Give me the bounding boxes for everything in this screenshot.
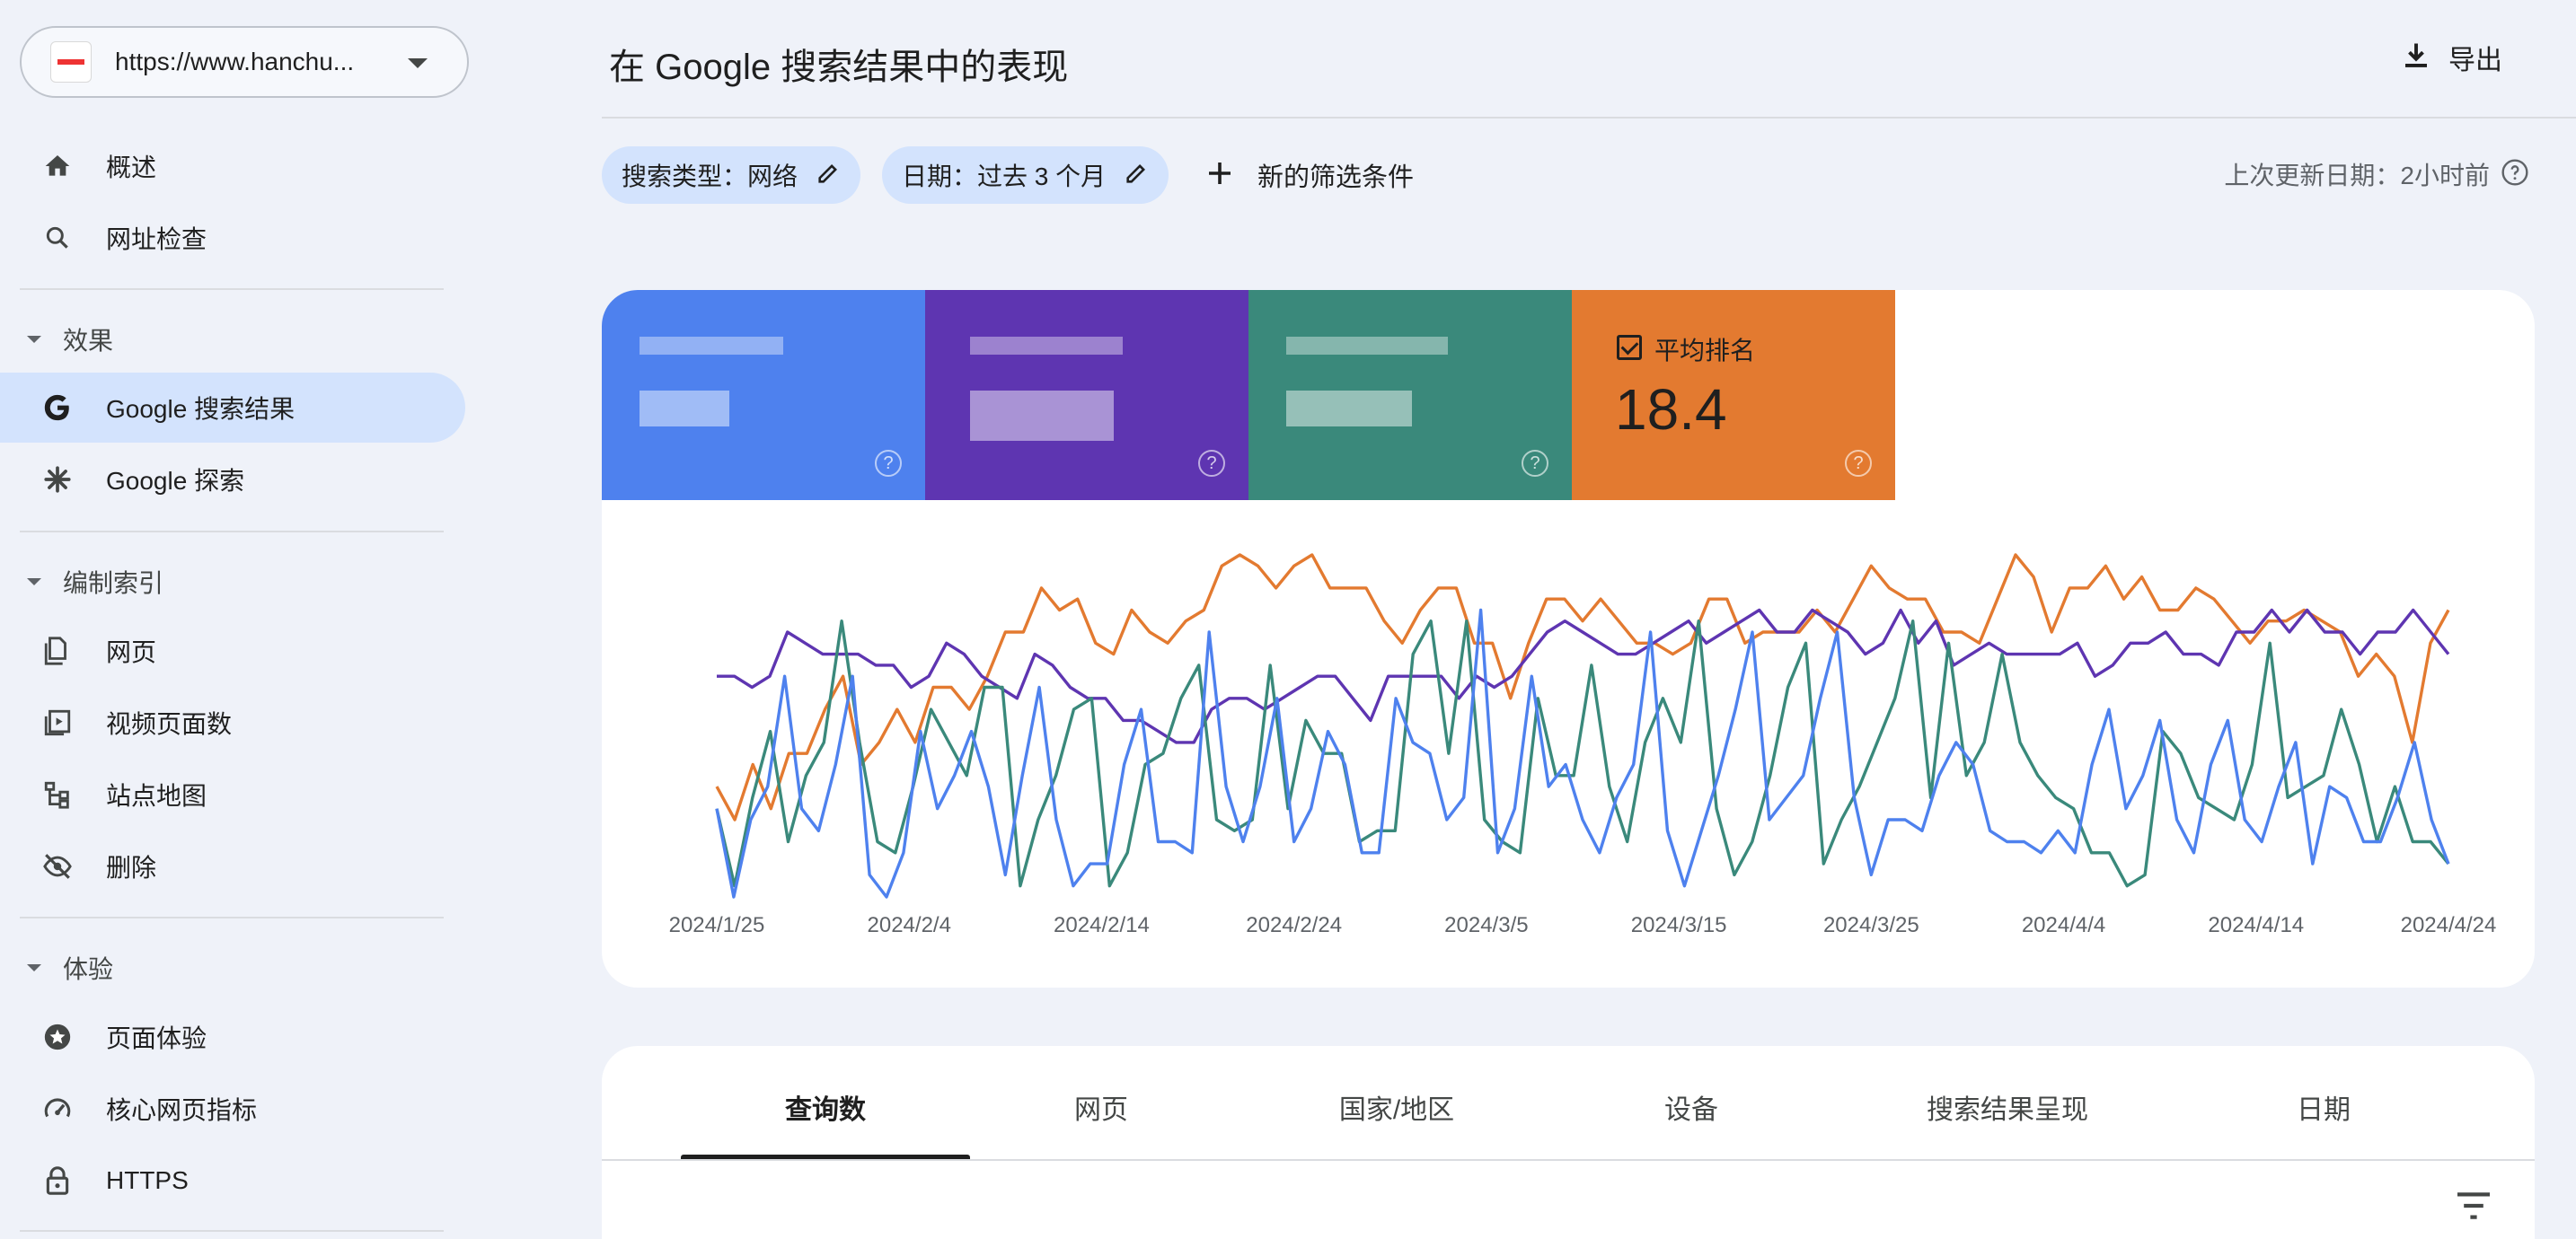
property-url: https://www.hanchu...	[115, 48, 355, 75]
sidebar-item-video-pages[interactable]: 视频页面数	[20, 688, 465, 758]
lock-icon	[41, 1164, 74, 1197]
sidebar-item-label: 页面体验	[106, 1024, 207, 1052]
last-updated-text: 上次更新日期：2小时前	[2224, 162, 2490, 189]
sidebar-item-label: 概述	[106, 154, 157, 181]
google-g-icon	[41, 391, 74, 424]
edit-icon[interactable]	[816, 161, 841, 190]
x-tick-label: 2024/1/25	[668, 913, 765, 937]
export-label: 导出	[2448, 46, 2502, 75]
x-tick-label: 2024/3/25	[1822, 913, 1919, 937]
sidebar-item-label: 核心网页指标	[106, 1096, 258, 1124]
export-button[interactable]: 导出	[2400, 38, 2502, 77]
video-page-icon	[41, 707, 74, 739]
edit-icon[interactable]	[1124, 161, 1149, 190]
chip-label: 日期：过去 3 个月	[902, 163, 1107, 190]
section-label: 效果	[63, 327, 114, 355]
site-favicon	[50, 41, 92, 83]
sidebar-item-https[interactable]: HTTPS	[20, 1146, 465, 1216]
sidebar-item-discover[interactable]: Google 探索	[20, 444, 465, 514]
new-filter-label: 新的筛选条件	[1257, 163, 1415, 192]
sidebar-item-label: 删除	[106, 854, 157, 882]
sidebar-item-search-results[interactable]: Google 搜索结果	[0, 373, 465, 443]
sitemap-icon	[41, 778, 74, 811]
download-icon	[2400, 39, 2432, 77]
sidebar-item-label: 站点地图	[106, 782, 207, 810]
x-tick-label: 2024/4/4	[2021, 913, 2106, 937]
last-updated: 上次更新日期：2小时前	[2224, 156, 2529, 192]
sidebar-item-pages[interactable]: 网页	[20, 616, 465, 686]
tab-search-appearance[interactable]: 搜索结果呈现	[1927, 1087, 2088, 1127]
dimension-tabs-card: 查询数 网页 国家/地区 设备 搜索结果呈现 日期	[602, 1046, 2535, 1239]
sidebar-item-label: 视频页面数	[106, 710, 233, 738]
divider	[20, 1230, 444, 1232]
x-tick-label: 2024/4/14	[2208, 913, 2305, 937]
sidebar-item-core-web-vitals[interactable]: 核心网页指标	[20, 1074, 465, 1144]
search-icon	[41, 222, 74, 254]
sidebar-item-url-inspection[interactable]: 网址检查	[20, 203, 465, 273]
sidebar-item-sitemaps[interactable]: 站点地图	[20, 760, 465, 830]
performance-chart-card: ? ? ? 平均排名 18.4 ? 2024/1/25 2024/2/4 2024/…	[602, 290, 2535, 988]
header-divider	[602, 117, 2576, 119]
property-selector[interactable]: https://www.hanchu...	[20, 26, 469, 98]
sidebar-item-page-experience[interactable]: 页面体验	[20, 1002, 465, 1072]
tab-countries[interactable]: 国家/地区	[1339, 1087, 1454, 1127]
section-experience[interactable]: 体验	[27, 950, 113, 986]
collapse-icon	[27, 336, 41, 343]
section-label: 体验	[63, 955, 114, 983]
divider	[20, 288, 444, 290]
section-indexing[interactable]: 编制索引	[27, 564, 163, 600]
x-tick-label: 2024/4/24	[2400, 913, 2497, 937]
plus-icon	[1204, 157, 1236, 194]
sidebar-item-label: 网页	[106, 638, 157, 666]
pages-icon	[41, 635, 74, 667]
sidebar-item-overview[interactable]: 概述	[20, 131, 465, 201]
divider	[20, 531, 444, 532]
x-tick-label: 2024/2/14	[1054, 913, 1150, 937]
sidebar-item-label: HTTPS	[106, 1166, 189, 1194]
sidebar-item-label: 网址检查	[106, 225, 207, 253]
section-label: 编制索引	[63, 569, 164, 597]
series-line-0	[715, 553, 2450, 822]
tab-pages[interactable]: 网页	[1074, 1087, 1128, 1127]
section-performance[interactable]: 效果	[27, 321, 113, 357]
star-badge-icon	[41, 1021, 74, 1053]
x-tick-label: 2024/2/4	[867, 913, 951, 937]
help-icon[interactable]	[2501, 158, 2529, 191]
sidebar: https://www.hanchu... 概述 网址检查 效果 Google …	[0, 0, 485, 1239]
series-line-2	[715, 620, 2450, 888]
filter-list-icon[interactable]	[2454, 1190, 2493, 1226]
tab-devices[interactable]: 设备	[1664, 1087, 1718, 1127]
collapse-icon	[27, 964, 41, 971]
line-chart[interactable]	[602, 290, 2535, 988]
filter-chip-search-type[interactable]: 搜索类型：网络	[602, 146, 861, 204]
gauge-icon	[41, 1093, 74, 1125]
sidebar-item-label: Google 搜索结果	[106, 395, 296, 423]
sidebar-item-label: Google 探索	[106, 467, 245, 495]
tab-dates[interactable]: 日期	[2297, 1087, 2351, 1127]
asterisk-icon	[41, 463, 74, 496]
tab-queries[interactable]: 查询数	[785, 1087, 866, 1127]
tabs-divider	[602, 1159, 2535, 1161]
caret-down-icon	[408, 58, 428, 68]
chip-label: 搜索类型：网络	[622, 163, 798, 190]
divider	[20, 917, 444, 918]
filter-chip-date[interactable]: 日期：过去 3 个月	[882, 146, 1169, 204]
new-filter-button[interactable]: 新的筛选条件	[1204, 146, 1414, 204]
collapse-icon	[27, 578, 41, 585]
home-icon	[41, 150, 74, 182]
page-title: 在 Google 搜索结果中的表现	[609, 48, 1069, 87]
x-tick-label: 2024/3/15	[1630, 913, 1727, 937]
eye-off-icon	[41, 850, 74, 883]
sidebar-item-removals[interactable]: 删除	[20, 831, 465, 901]
x-tick-label: 2024/3/5	[1444, 913, 1529, 937]
x-tick-label: 2024/2/24	[1246, 913, 1343, 937]
